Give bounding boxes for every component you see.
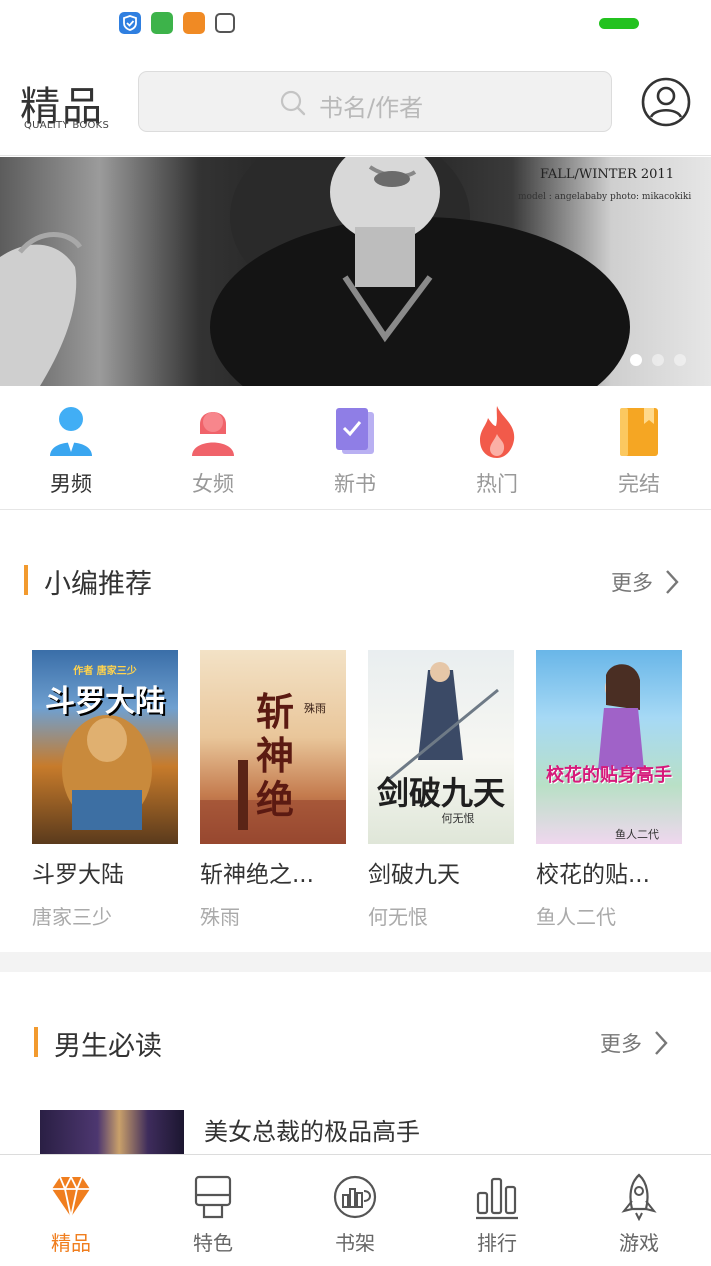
category-male[interactable]: 男频 xyxy=(21,386,121,510)
book-title: 斩神绝之... xyxy=(200,862,314,888)
book-title: 校花的贴... xyxy=(536,862,650,888)
search-placeholder: 书名/作者 xyxy=(319,94,424,122)
category-female[interactable]: 女频 xyxy=(163,386,263,510)
tab-bookshelf[interactable]: 书架 xyxy=(295,1155,415,1266)
battery-app-icon xyxy=(151,12,173,34)
new-book-icon xyxy=(336,408,374,454)
category-new[interactable]: 新书 xyxy=(305,386,405,510)
carousel-dot[interactable] xyxy=(674,354,686,366)
cover-tag: 作者 唐家三少 xyxy=(73,666,137,677)
security-shield-icon xyxy=(119,12,141,34)
user-profile-icon[interactable] xyxy=(641,77,691,127)
search-input[interactable]: 书名/作者 xyxy=(138,71,612,132)
section-title-must-read: 男生必读 xyxy=(54,1031,162,1062)
category-label: 完结 xyxy=(618,472,660,496)
battery-level-icon xyxy=(599,18,639,29)
must-read-more-link[interactable]: 更多 xyxy=(600,1028,672,1058)
cover-title: 校花的贴身高手 xyxy=(546,765,672,786)
book-author: 唐家三少 xyxy=(32,905,112,929)
section-divider xyxy=(0,952,711,972)
flame-icon xyxy=(480,406,515,458)
recommend-more-link[interactable]: 更多 xyxy=(611,567,683,597)
app-header: 精品 QUALITY BOOKS 书名/作者 xyxy=(0,48,711,156)
tab-featured[interactable]: 精品 xyxy=(11,1155,131,1266)
tab-label: 书架 xyxy=(335,1231,375,1255)
book-cover: 斩神绝 殊雨 xyxy=(200,650,346,844)
book-author: 鱼人二代 xyxy=(536,905,616,929)
bottom-tab-bar: 精品 特色 书架 排行 游戏 xyxy=(0,1154,711,1266)
tab-games[interactable]: 游戏 xyxy=(579,1155,699,1266)
book-author: 何无恨 xyxy=(368,905,428,929)
chevron-right-icon xyxy=(666,570,679,594)
logo-subtitle: QUALITY BOOKS xyxy=(24,120,110,131)
cover-art xyxy=(598,664,644,770)
banner-carousel[interactable]: FALL/WINTER 2011 model : angelababy phot… xyxy=(0,157,711,386)
cover-title: 斗罗大陆 xyxy=(45,684,165,719)
category-hot[interactable]: 热门 xyxy=(447,386,547,510)
book-title: 斗罗大陆 xyxy=(32,862,124,888)
section-accent-bar xyxy=(24,565,28,595)
book-title: 剑破九天 xyxy=(368,862,460,888)
category-label: 女频 xyxy=(192,472,234,496)
more-label: 更多 xyxy=(611,571,653,595)
diamond-icon xyxy=(52,1174,90,1218)
carousel-dot[interactable] xyxy=(652,354,664,366)
book-cover: 剑破九天 何无恨 xyxy=(368,650,514,844)
app-page: 精品 QUALITY BOOKS 书名/作者 FALL/WINTER 2011 … xyxy=(0,0,711,1266)
list-book-title[interactable]: 美女总裁的极品高手 xyxy=(204,1112,420,1147)
banner-caption: FALL/WINTER 2011 xyxy=(540,167,674,182)
finished-book-icon xyxy=(620,408,658,456)
cover-tag: 何无恨 xyxy=(441,812,475,825)
section-accent-bar xyxy=(34,1027,38,1057)
ranking-icon xyxy=(476,1177,518,1220)
category-label: 热门 xyxy=(476,472,518,496)
carousel-dot[interactable] xyxy=(630,354,642,366)
tab-special[interactable]: 特色 xyxy=(153,1155,273,1266)
notification-box-icon xyxy=(215,13,235,33)
category-label: 新书 xyxy=(334,472,376,496)
cover-title: 斩神绝 xyxy=(255,690,294,822)
tab-label: 排行 xyxy=(477,1231,517,1255)
search-icon xyxy=(280,90,306,116)
cover-tag: 殊雨 xyxy=(304,702,326,715)
tab-label: 游戏 xyxy=(619,1231,659,1255)
cover-tag: 鱼人二代 xyxy=(615,828,659,841)
category-finished[interactable]: 完结 xyxy=(589,386,689,510)
more-label: 更多 xyxy=(600,1032,642,1056)
tab-ranking[interactable]: 排行 xyxy=(437,1155,557,1266)
tab-label: 特色 xyxy=(193,1231,233,1255)
female-user-icon xyxy=(192,412,234,456)
cover-title: 剑破九天 xyxy=(376,774,505,812)
banner-credit: model : angelababy photo: mikacokiki xyxy=(518,192,692,202)
section-title-recommend: 小编推荐 xyxy=(44,569,152,600)
male-user-icon xyxy=(50,407,92,456)
chevron-right-icon xyxy=(655,1031,668,1055)
feature-icon xyxy=(194,1175,232,1219)
status-bar xyxy=(0,0,711,48)
bookshelf-icon xyxy=(333,1175,377,1219)
book-author: 殊雨 xyxy=(200,905,240,929)
category-label: 男频 xyxy=(50,472,92,496)
category-nav: 男频 女频 新书 热门 完结 xyxy=(0,386,711,510)
book-cover: 校花的贴身高手 鱼人二代 xyxy=(536,650,682,844)
book-cover: 作者 唐家三少 斗罗大陆 xyxy=(32,650,178,844)
carousel-indicators xyxy=(630,354,686,366)
tab-label: 精品 xyxy=(51,1231,91,1255)
uc-browser-icon xyxy=(183,12,205,34)
list-book-cover[interactable] xyxy=(40,1110,184,1155)
rocket-icon xyxy=(621,1173,657,1221)
